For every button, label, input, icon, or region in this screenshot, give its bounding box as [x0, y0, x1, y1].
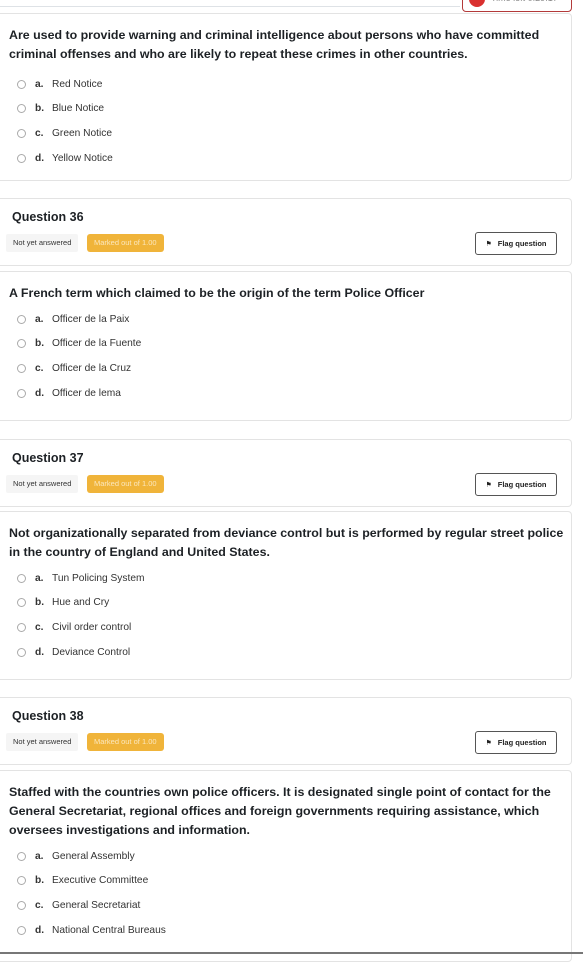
question-text: Staffed with the countries own police of…	[9, 785, 551, 837]
radio-button[interactable]	[17, 622, 26, 632]
question-state: Not yet answered	[6, 234, 79, 252]
answer-option[interactable]: d. National Central Bureaus	[0, 918, 571, 943]
bottom-border	[0, 952, 583, 954]
answer-list: a. Officer de la Paix b. Officer de la Fue…	[0, 307, 571, 405]
radio-button[interactable]	[17, 104, 26, 114]
answer-option[interactable]: a. Red Notice	[0, 72, 571, 97]
flag-icon: ⚑	[485, 481, 492, 489]
divider	[0, 6, 460, 7]
radio-button[interactable]	[17, 851, 26, 861]
question-text: Are used to provide warning and criminal…	[9, 28, 540, 61]
radio-button[interactable]	[17, 876, 26, 886]
radio-button[interactable]	[17, 647, 26, 657]
answer-option[interactable]: b. Blue Notice	[0, 97, 571, 122]
question-35-content: Are used to provide warning and criminal…	[0, 13, 572, 181]
question-37-info: Question 37 Not yet answered Marked out …	[0, 439, 572, 507]
timer-icon	[469, 0, 485, 7]
timer-box: Time left 0:29:17	[462, 0, 572, 12]
question-38-info: Question 38 Not yet answered Marked out …	[0, 697, 572, 765]
question-number: Question 37	[12, 451, 84, 465]
radio-button[interactable]	[17, 573, 26, 583]
question-state: Not yet answered	[6, 733, 79, 751]
answer-option[interactable]: b. Hue and Cry	[0, 591, 571, 616]
radio-button[interactable]	[17, 388, 26, 398]
flag-icon: ⚑	[485, 739, 492, 747]
radio-button[interactable]	[17, 598, 26, 608]
answer-list: a. Tun Policing System b. Hue and Cry c. Ci…	[0, 566, 571, 664]
radio-button[interactable]	[17, 925, 26, 935]
radio-button[interactable]	[17, 153, 26, 163]
question-number: Question 38	[12, 709, 84, 723]
radio-button[interactable]	[17, 128, 26, 138]
radio-button[interactable]	[17, 314, 26, 324]
answer-option[interactable]: d. Officer de lema	[0, 381, 571, 406]
flag-question-button[interactable]: ⚑ Flag question	[475, 232, 557, 255]
answer-option[interactable]: a. General Assembly	[0, 844, 571, 869]
flag-question-button[interactable]: ⚑ Flag question	[475, 473, 557, 496]
answer-list: a. General Assembly b. Executive Committee…	[0, 844, 571, 942]
answer-option[interactable]: b. Executive Committee	[0, 869, 571, 894]
timer-label: Time left 0:29:17	[491, 0, 558, 3]
radio-button[interactable]	[17, 79, 26, 89]
radio-button[interactable]	[17, 900, 26, 910]
question-38-content: Staffed with the countries own police of…	[0, 770, 572, 962]
marks-badge: Marked out of 1.00	[87, 733, 164, 751]
flag-icon: ⚑	[485, 240, 492, 248]
question-36-content: A French term which claimed to be the or…	[0, 271, 572, 421]
answer-option[interactable]: c. Green Notice	[0, 121, 571, 146]
answer-option[interactable]: c. Officer de la Cruz	[0, 356, 571, 381]
question-text: A French term which claimed to be the or…	[9, 286, 425, 300]
answer-option[interactable]: d. Deviance Control	[0, 640, 571, 665]
marks-badge: Marked out of 1.00	[87, 234, 164, 252]
question-37-content: Not organizationally separated from devi…	[0, 511, 572, 680]
flag-question-button[interactable]: ⚑ Flag question	[475, 731, 557, 754]
answer-option[interactable]: b. Officer de la Fuente	[0, 332, 571, 357]
answer-option[interactable]: a. Tun Policing System	[0, 566, 571, 591]
answer-list: a. Red Notice b. Blue Notice c. Green Notic…	[0, 72, 571, 170]
answer-option[interactable]: c. Civil order control	[0, 615, 571, 640]
question-state: Not yet answered	[6, 475, 79, 493]
radio-button[interactable]	[17, 339, 26, 349]
question-text: Not organizationally separated from devi…	[9, 526, 564, 559]
answer-option[interactable]: a. Officer de la Paix	[0, 307, 571, 332]
radio-button[interactable]	[17, 363, 26, 373]
question-36-info: Question 36 Not yet answered Marked out …	[0, 198, 572, 266]
question-number: Question 36	[12, 210, 84, 224]
answer-option[interactable]: d. Yellow Notice	[0, 146, 571, 171]
answer-option[interactable]: c. General Secretariat	[0, 893, 571, 918]
marks-badge: Marked out of 1.00	[87, 475, 164, 493]
